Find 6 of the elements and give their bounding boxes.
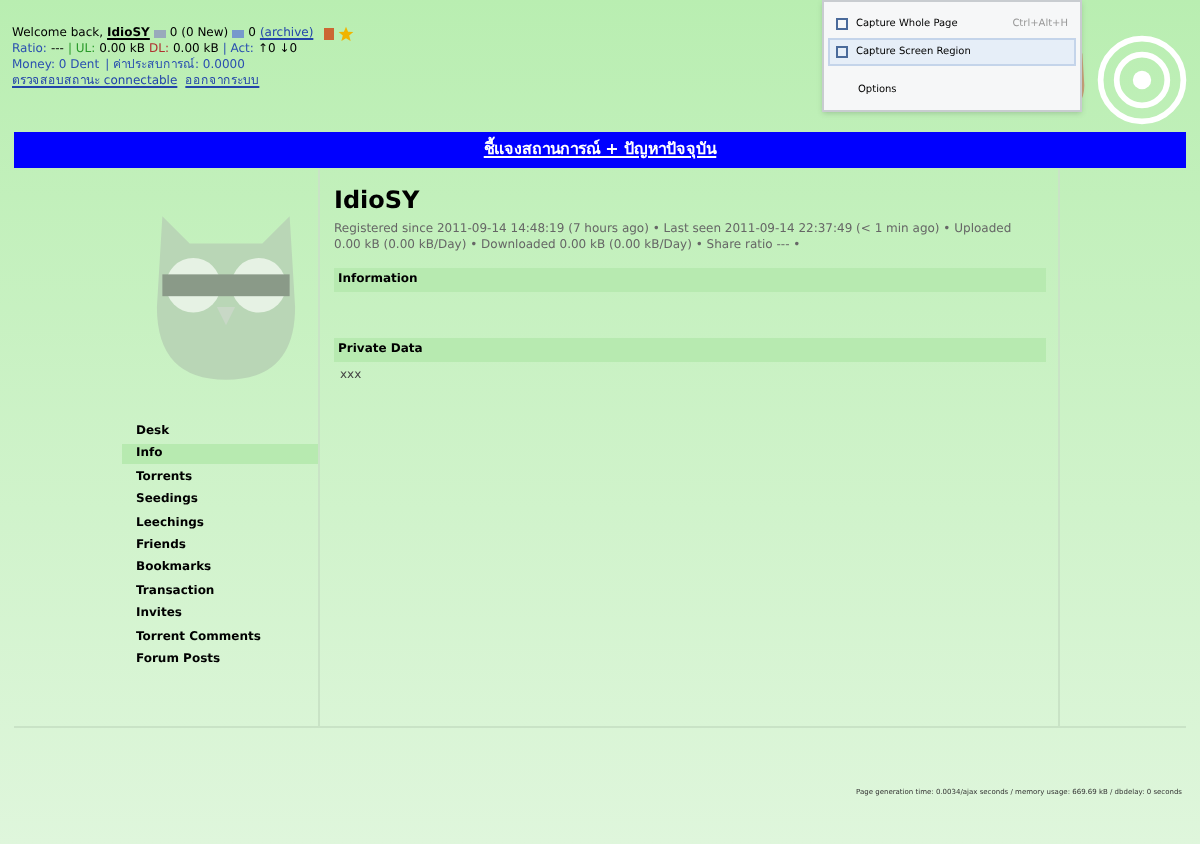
profile-name: IdioSY (334, 186, 422, 214)
announcement-banner[interactable]: ชี้แจงสถานการณ์ + ปัญหาปัจจุบัน (14, 132, 1186, 168)
star-icon (337, 26, 354, 42)
capture-icon (836, 46, 848, 58)
target-logo-icon (1096, 34, 1188, 126)
capture-icon (836, 18, 848, 30)
